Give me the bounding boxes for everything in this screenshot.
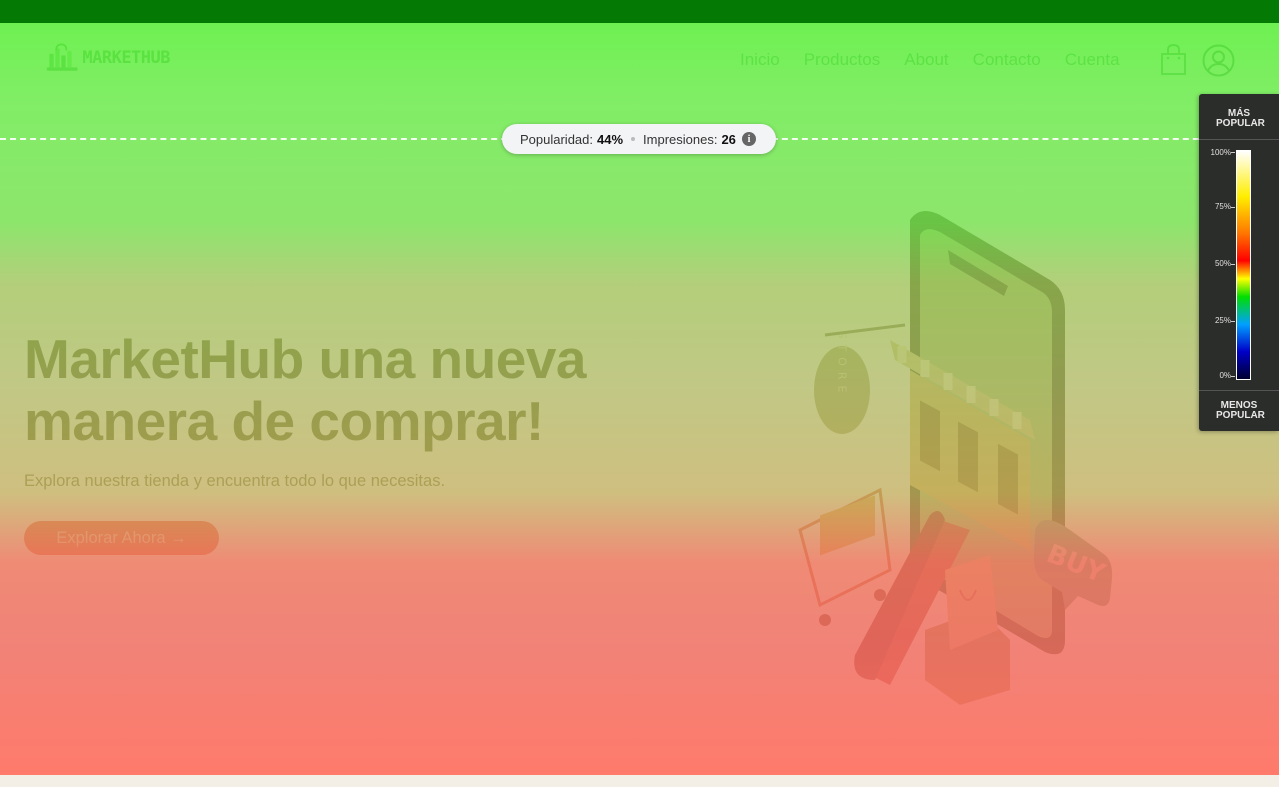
hero-title: MarketHub una nueva manera de comprar! — [24, 328, 587, 452]
legend-tick: 100% — [1210, 148, 1231, 157]
scroll-stats-pill: Popularidad: 44% Impresiones: 26 i — [502, 124, 776, 154]
legend-divider — [1199, 390, 1279, 391]
shopping-bag-chart-icon — [46, 43, 78, 71]
legend-bottom-label: MENOS POPULAR — [1216, 400, 1265, 421]
legend-tick-mark — [1231, 376, 1235, 377]
brand-name: MARKETHUB — [82, 48, 170, 68]
top-bar — [0, 0, 1279, 23]
brand-logo[interactable]: MARKETHUB — [46, 40, 170, 76]
shop-illustration: STORE BUY — [798, 211, 1113, 705]
legend-tick-mark — [1231, 321, 1235, 322]
legend-top-label: MÁS POPULAR — [1216, 108, 1265, 129]
nav-link-about[interactable]: About — [904, 50, 948, 70]
popularity-value: 44% — [597, 131, 624, 147]
nav-link-cuenta[interactable]: Cuenta — [1065, 50, 1120, 70]
separator-dot — [631, 137, 636, 141]
shopping-bag-icon[interactable] — [1160, 44, 1187, 76]
nav-link-inicio[interactable]: Inicio — [740, 50, 780, 70]
legend-tick: 50% — [1214, 259, 1231, 268]
user-account-icon[interactable] — [1202, 44, 1235, 77]
legend-tick-mark — [1231, 264, 1235, 265]
nav-link-contacto[interactable]: Contacto — [973, 50, 1041, 70]
impressions-label: Impresiones: — [643, 131, 718, 147]
hero-subtitle: Explora nuestra tienda y encuentra todo … — [24, 472, 446, 490]
nav-link-productos[interactable]: Productos — [804, 50, 881, 70]
legend-color-scale — [1236, 150, 1251, 380]
main-nav: Inicio Productos About Contacto Cuenta — [740, 50, 1120, 70]
impressions-value: 26 — [721, 131, 736, 147]
legend-tick: 25% — [1214, 316, 1231, 325]
popularity-legend: MÁS POPULAR 100% 75% 50% 25% 0% MENOS PO… — [1199, 94, 1279, 431]
legend-tick: 75% — [1214, 202, 1231, 211]
legend-tick: 0% — [1219, 371, 1231, 380]
legend-tick-mark — [1231, 152, 1235, 153]
legend-divider — [1199, 139, 1279, 140]
legend-tick-mark — [1231, 207, 1235, 208]
bottom-strip — [0, 775, 1279, 787]
explore-now-button[interactable]: Explorar Ahora → — [24, 521, 219, 555]
svg-text:STORE: STORE — [836, 332, 849, 399]
popularity-label: Popularidad: — [520, 131, 593, 147]
info-icon[interactable]: i — [742, 132, 756, 146]
